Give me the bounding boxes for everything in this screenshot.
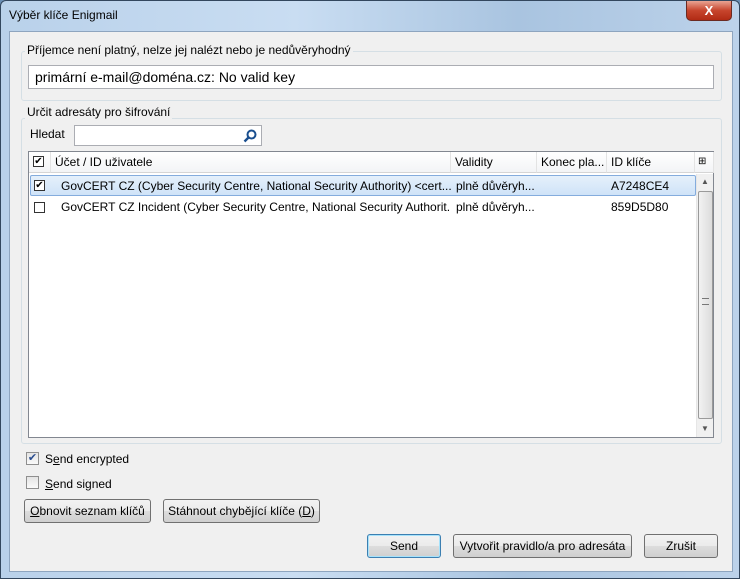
row-checkbox[interactable] (34, 202, 45, 213)
column-expiry[interactable]: Konec pla... (537, 152, 607, 173)
search-label: Hledat (30, 127, 65, 141)
send-encrypted-checkbox[interactable]: ✔ (26, 452, 39, 465)
row-checkbox[interactable]: ✔ (34, 180, 45, 191)
header-select-all[interactable]: ✔ (29, 152, 51, 173)
table-row[interactable]: ✔ GovCERT CZ (Cyber Security Centre, Nat… (30, 175, 696, 196)
access-key: e (53, 452, 60, 466)
key-list: ✔ Účet / ID uživatele Validity Konec pla… (28, 151, 714, 438)
close-button[interactable]: X (686, 1, 732, 21)
scroll-down-icon[interactable]: ▼ (701, 424, 709, 433)
recipient-field[interactable]: primární e-mail@doména.cz: No valid key (28, 65, 714, 89)
table-row[interactable]: GovCERT CZ Incident (Cyber Security Cent… (30, 197, 696, 218)
row-key-id: A7248CE4 (611, 179, 670, 193)
label-part: nd encrypted (59, 452, 130, 466)
dialog-window: Výběr klíče Enigmail X Příjemce není pla… (0, 0, 740, 579)
access-key: S (45, 477, 54, 491)
column-picker-icon[interactable]: ⊞ (695, 152, 714, 173)
button-label: bnovit seznam klíčů (39, 504, 145, 518)
download-missing-keys-button[interactable]: Stáhnout chybějící klíče (D) (163, 499, 320, 523)
column-validity[interactable]: Validity (451, 152, 537, 173)
scroll-up-icon[interactable]: ▲ (701, 177, 709, 186)
grip-icon (702, 298, 709, 305)
column-key-id[interactable]: ID klíče (607, 152, 695, 173)
refresh-keys-button[interactable]: Obnovit seznam klíčů (24, 499, 151, 523)
select-all-checkbox[interactable]: ✔ (33, 156, 44, 167)
send-signed-label[interactable]: Send signed (45, 477, 112, 491)
row-account: GovCERT CZ Incident (Cyber Security Cent… (61, 200, 451, 214)
label-part: end signed (53, 477, 112, 491)
button-label: Stáhnout chybějící klíče ( (168, 504, 303, 518)
label-part: S (45, 452, 54, 466)
row-validity: plně důvěryh... (456, 179, 535, 193)
search-input[interactable] (74, 125, 262, 146)
row-validity: plně důvěryh... (456, 200, 535, 214)
create-rule-button[interactable]: Vytvořit pravidlo/a pro adresáta (453, 534, 632, 558)
search-icon[interactable] (243, 129, 257, 143)
send-signed-checkbox[interactable] (26, 476, 39, 489)
column-account[interactable]: Účet / ID uživatele (51, 152, 451, 173)
send-encrypted-label[interactable]: Send encrypted (45, 452, 129, 466)
dialog-client: Příjemce není platný, nelze jej nalézt n… (9, 31, 733, 572)
cancel-button[interactable]: Zrušit (644, 534, 718, 558)
encrypt-group-legend: Určit adresáty pro šifrování (25, 105, 173, 119)
button-label: ) (310, 504, 315, 518)
scrollbar-thumb[interactable] (698, 191, 713, 419)
row-account: GovCERT CZ (Cyber Security Centre, Natio… (61, 179, 451, 193)
send-button[interactable]: Send (367, 534, 441, 558)
row-key-id: 859D5D80 (611, 200, 669, 214)
recipient-group-legend: Příjemce není platný, nelze jej nalézt n… (25, 43, 353, 57)
vertical-scrollbar[interactable]: ▲ ▼ (696, 174, 713, 437)
window-title: Výběr klíče Enigmail (9, 8, 118, 22)
access-key: D (302, 504, 311, 518)
